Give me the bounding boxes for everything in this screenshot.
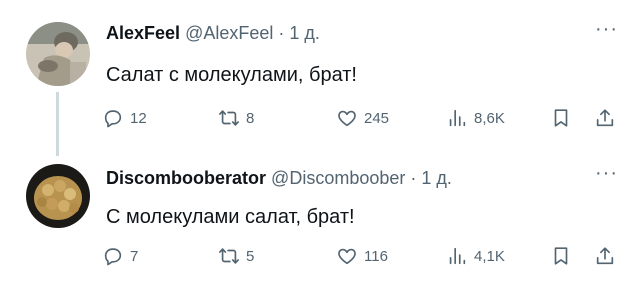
user-handle[interactable]: @Discomboober — [271, 168, 405, 188]
share-button[interactable] — [594, 106, 616, 130]
views-icon — [449, 109, 466, 127]
user-handle[interactable]: @AlexFeel — [185, 23, 273, 43]
reply-icon — [104, 248, 122, 266]
reply-icon — [104, 110, 122, 128]
tweet-actions: 12 8 245 8,6K — [102, 106, 622, 130]
more-icon[interactable]: ··· — [595, 162, 618, 185]
reply-count: 12 — [130, 109, 147, 127]
views-button[interactable]: 4,1K — [446, 244, 505, 268]
retweet-icon — [219, 248, 239, 264]
more-icon[interactable]: ··· — [595, 18, 618, 41]
reply-count: 7 — [130, 247, 139, 265]
tweet-text: Салат с молекулами, брат! — [106, 64, 357, 86]
bookmark-icon — [554, 247, 568, 265]
retweet-count: 5 — [246, 247, 255, 265]
like-icon — [338, 248, 356, 265]
bookmark-button[interactable] — [550, 244, 572, 268]
like-count: 245 — [364, 109, 390, 127]
display-name[interactable]: AlexFeel — [106, 23, 180, 43]
share-icon — [596, 247, 614, 265]
reply-button[interactable]: 12 — [102, 106, 147, 130]
share-icon — [596, 109, 614, 127]
like-button[interactable]: 116 — [336, 244, 388, 268]
tweet-header: AlexFeel @AlexFeel · 1 д. — [106, 23, 320, 44]
like-button[interactable]: 245 — [336, 106, 389, 130]
tweet[interactable]: Discombooberator @Discomboober · 1 д. ··… — [0, 148, 640, 282]
like-count: 116 — [364, 247, 388, 265]
retweet-count: 8 — [246, 109, 255, 127]
thread-line — [56, 92, 59, 156]
tweet-actions: 7 5 116 4,1K — [102, 244, 622, 268]
views-icon — [449, 247, 466, 265]
tweet[interactable]: AlexFeel @AlexFeel · 1 д. ··· Салат с мо… — [0, 0, 640, 156]
views-count: 4,1K — [474, 247, 505, 265]
tweet-header: Discombooberator @Discomboober · 1 д. — [106, 168, 452, 189]
retweet-button[interactable]: 8 — [218, 106, 254, 130]
tweet-text: С молекулами салат, брат! — [106, 206, 355, 228]
avatar-image — [26, 22, 90, 86]
retweet-button[interactable]: 5 — [218, 244, 254, 268]
retweet-icon — [219, 110, 239, 126]
views-button[interactable]: 8,6K — [446, 106, 505, 130]
display-name[interactable]: Discombooberator — [106, 168, 266, 188]
like-icon — [338, 110, 356, 127]
bookmark-button[interactable] — [550, 106, 572, 130]
separator: · — [410, 168, 417, 188]
bookmark-icon — [554, 109, 568, 127]
views-count: 8,6K — [474, 109, 505, 127]
avatar[interactable] — [26, 164, 90, 228]
timestamp[interactable]: 1 д. — [421, 168, 452, 188]
avatar-image — [26, 164, 90, 228]
share-button[interactable] — [594, 244, 616, 268]
avatar[interactable] — [26, 22, 90, 86]
timestamp[interactable]: 1 д. — [289, 23, 320, 43]
reply-button[interactable]: 7 — [102, 244, 138, 268]
separator: · — [278, 23, 285, 43]
